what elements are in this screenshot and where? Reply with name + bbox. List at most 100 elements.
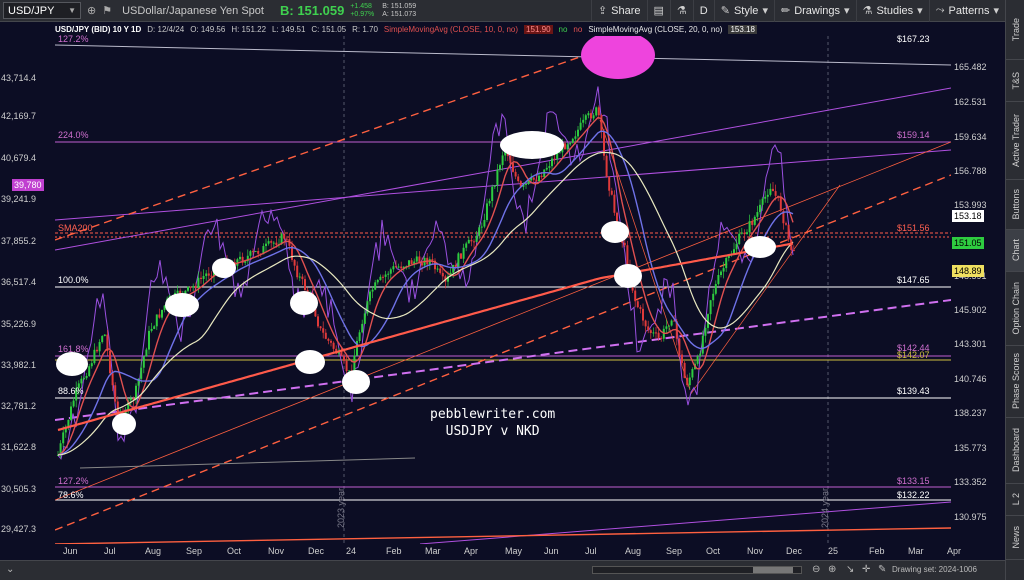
candle-body — [202, 275, 205, 279]
candle-body — [605, 155, 608, 177]
fib-label: 88.6% — [58, 386, 84, 396]
candle-body — [153, 326, 156, 329]
candle-body — [439, 268, 442, 273]
candle-body — [571, 138, 574, 143]
candle-body — [272, 242, 275, 244]
candle-body — [187, 286, 189, 291]
drawing-mode-icon[interactable]: ↘ — [846, 564, 854, 575]
candle-body — [488, 200, 491, 204]
time-axis[interactable]: Jun Jul Aug Sep Oct Nov Dec 24 Feb Mar A… — [0, 545, 1005, 559]
tab-buttons[interactable]: Buttons — [1006, 180, 1024, 230]
year-label: 2024 year — [820, 488, 830, 529]
tab-news[interactable]: News — [1006, 516, 1024, 560]
candle-body — [597, 107, 600, 116]
candle-body — [509, 155, 512, 164]
candle-body — [590, 113, 592, 119]
month-label: Sep — [186, 546, 203, 556]
candle-body — [670, 320, 673, 326]
pencil-icon[interactable]: ✎ — [878, 564, 886, 575]
candle-body — [587, 113, 590, 116]
sma20-value: 153.18 — [728, 25, 757, 34]
tab-dashboard[interactable]: Dashboard — [1006, 418, 1024, 484]
price-chart[interactable] — [0, 0, 1005, 580]
highlight-ellipse — [112, 413, 136, 435]
candle-body — [717, 275, 720, 284]
drawing-set-label[interactable]: Drawing set: 2024-1006 — [892, 565, 977, 574]
axis-tick-label: 33,982.1 — [1, 360, 37, 370]
tab-l2[interactable]: L 2 — [1006, 484, 1024, 516]
highlight-ellipse — [342, 370, 370, 394]
candle-body — [101, 336, 104, 343]
candle-body — [564, 143, 566, 150]
candle-body — [613, 194, 616, 213]
candle-body — [465, 243, 468, 248]
candle-body — [686, 377, 689, 386]
candle-body — [194, 286, 197, 289]
candle-body — [452, 264, 455, 273]
candle-body — [379, 276, 382, 280]
fib-label: 127.2% — [58, 34, 89, 44]
candle-body — [639, 307, 642, 309]
candle-body — [470, 239, 473, 242]
highlight-ellipse — [295, 350, 325, 374]
candle-body — [678, 338, 681, 355]
month-label: Feb — [869, 546, 885, 556]
candle-body — [384, 274, 387, 277]
side-tabs: Trade T&S Active Trader Buttons Chart Op… — [1005, 0, 1024, 580]
month-label: Apr — [464, 546, 479, 556]
candle-body — [540, 175, 543, 178]
candle-body — [496, 169, 499, 186]
candle-body — [538, 175, 540, 182]
candle-body — [720, 271, 722, 276]
candle-body — [525, 183, 527, 185]
highlight-ellipse — [614, 264, 642, 288]
candle-body — [88, 366, 91, 376]
tab-ts[interactable]: T&S — [1006, 60, 1024, 102]
tab-chart[interactable]: Chart — [1006, 230, 1024, 272]
candle-body — [735, 244, 738, 250]
candle-body — [345, 360, 348, 372]
tab-trade[interactable]: Trade — [1006, 0, 1024, 60]
flag-no: no — [573, 25, 583, 34]
candle-body — [257, 251, 260, 254]
zoom-out-icon[interactable]: ⊖ — [812, 564, 820, 575]
sma20-label[interactable]: SimpleMovingAvg (CLOSE, 20, 0, no) — [588, 25, 722, 34]
tab-phase-scores[interactable]: Phase Scores — [1006, 346, 1024, 418]
candle-body — [623, 242, 626, 246]
time-scrollbar[interactable] — [592, 566, 802, 574]
candle-body — [652, 332, 655, 334]
tab-option-chain[interactable]: Option Chain — [1006, 272, 1024, 346]
candle-body — [514, 171, 517, 177]
chevron-down-icon[interactable]: ⌄ — [6, 564, 14, 575]
candle-body — [457, 253, 460, 268]
cursor-icon[interactable]: ✛ — [862, 564, 870, 575]
nkd-price-tag: 39,780 — [12, 179, 44, 191]
candle-body — [462, 247, 465, 259]
candle-body — [189, 286, 192, 288]
sma10-label[interactable]: SimpleMovingAvg (CLOSE, 10, 0, no) — [384, 25, 518, 34]
study-price-tag: 148.89 — [952, 265, 984, 277]
candle-body — [551, 158, 553, 167]
candle-body — [582, 119, 585, 123]
month-label: Jun — [544, 546, 559, 556]
candle-body — [512, 163, 514, 172]
candle-body — [85, 375, 88, 379]
tab-active-trader[interactable]: Active Trader — [1006, 102, 1024, 180]
zoom-in-icon[interactable]: ⊕ — [828, 564, 836, 575]
axis-tick-label: 162.531 — [954, 97, 987, 107]
month-label: Jul — [104, 546, 116, 556]
month-label: Nov — [747, 546, 764, 556]
candle-body — [207, 273, 210, 276]
candle-body — [67, 419, 70, 427]
axis-tick-label: 159.634 — [954, 132, 987, 142]
candle-body — [80, 378, 83, 384]
scrollbar-thumb[interactable] — [753, 567, 793, 573]
candle-body — [792, 249, 795, 251]
candle-body — [480, 226, 483, 228]
candle-body — [96, 349, 98, 352]
sma10-value: 151.90 — [524, 25, 553, 34]
axis-tick-label: 29,427.3 — [1, 524, 37, 534]
highlight-ellipse — [500, 131, 564, 159]
candle-body — [93, 349, 96, 364]
month-label: 24 — [346, 546, 357, 556]
